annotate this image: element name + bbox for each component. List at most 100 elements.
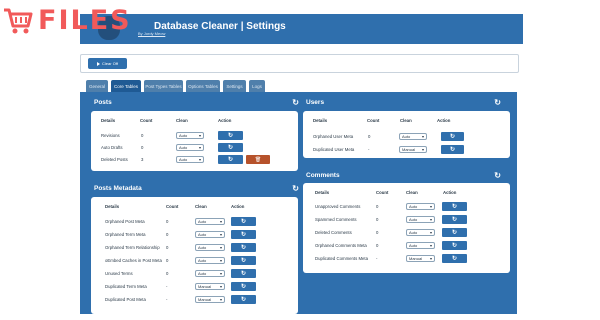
refresh-icon[interactable]: ↻ (292, 98, 299, 107)
clean-select[interactable]: Manual ▾ (195, 283, 225, 290)
row-count: 0 (166, 258, 169, 263)
delete-button[interactable]: 🗑 (246, 155, 270, 164)
clean-now-button[interactable]: ↻ (231, 256, 256, 265)
clean-now-button[interactable]: ↻ (231, 230, 256, 239)
refresh-icon[interactable]: ↻ (494, 171, 501, 180)
table-row: Orphaned Term Meta 0 Auto ▾ ↻ (105, 230, 295, 239)
table-row: Revisions 0 Auto ▾ ↻ (101, 131, 291, 140)
col-details: Details (313, 118, 328, 123)
table-row: Orphaned Term Relationship 0 Auto ▾ ↻ (105, 243, 295, 252)
clean-select[interactable]: Manual ▾ (406, 255, 435, 262)
col-action: Action (443, 190, 457, 195)
table-row: Duplicated Term Meta - Manual ▾ ↻ (105, 282, 295, 291)
clean-now-button[interactable]: ↻ (218, 155, 243, 164)
clean-select[interactable]: Auto ▾ (195, 218, 225, 225)
row-label: Orphaned Term Meta (105, 232, 146, 237)
tab-post-types-tables[interactable]: Post Types Tables (144, 80, 183, 92)
clean-now-button[interactable]: ↻ (218, 131, 243, 140)
clean-now-button[interactable]: ↻ (231, 295, 256, 304)
clean-now-button[interactable]: ↻ (231, 269, 256, 278)
clean-now-button[interactable]: ↻ (231, 217, 256, 226)
tab-settings[interactable]: Settings (223, 80, 246, 92)
row-label: Duplicated User Meta (313, 147, 355, 152)
row-count: 0 (141, 145, 144, 150)
clean-select[interactable]: Auto ▾ (195, 270, 225, 277)
clean-select[interactable]: Auto ▾ (406, 203, 435, 210)
tab-bar: General Core Tables Post Types Tables Op… (86, 80, 265, 92)
clean-now-button[interactable]: ↻ (442, 215, 467, 224)
clean-select[interactable]: Auto ▾ (176, 156, 204, 163)
row-label: Orphaned Comments Meta (315, 243, 367, 248)
clean-select[interactable]: Auto ▾ (399, 133, 427, 140)
table-row: Duplicated Comments Meta - Manual ▾ ↻ (315, 254, 505, 263)
row-count: - (376, 256, 378, 261)
col-clean: Clean (400, 118, 412, 123)
chevron-down-icon: ▾ (429, 243, 432, 248)
clean-now-button[interactable]: ↻ (442, 254, 467, 263)
col-count: Count (367, 118, 380, 123)
table-row: Unapproved Comments 0 Auto ▾ ↻ (315, 202, 505, 211)
row-label: Unapproved Comments (315, 204, 361, 209)
table-row: Auto Drafts 0 Auto ▾ ↻ (101, 143, 291, 152)
row-label: Deleted Posts (101, 157, 128, 162)
clean-now-button[interactable]: ↻ (441, 132, 464, 141)
clean-select[interactable]: Auto ▾ (176, 132, 204, 139)
tab-options-tables[interactable]: Options Tables (186, 80, 220, 92)
col-action: Action (218, 118, 232, 123)
clean-now-button[interactable]: ↻ (442, 202, 467, 211)
chevron-down-icon: ▾ (421, 134, 424, 139)
refresh-icon: ↻ (451, 204, 458, 210)
row-label: Orphaned User Meta (313, 134, 354, 139)
action-bar: Clear Off (80, 54, 519, 73)
posts-card: Details Count Clean Action Revisions 0 A… (91, 111, 298, 171)
users-header: Users ↻ (306, 96, 501, 109)
tab-logs[interactable]: Logs (249, 80, 265, 92)
tab-general[interactable]: General (86, 80, 108, 92)
clean-select[interactable]: Auto ▾ (195, 244, 225, 251)
refresh-icon: ↻ (240, 258, 247, 264)
files-watermark: FILES (2, 4, 180, 38)
chevron-down-icon: ▾ (429, 217, 432, 222)
shopping-cart-icon (4, 8, 33, 34)
chevron-down-icon: ▾ (219, 271, 222, 276)
comments-header: Comments ↻ (306, 169, 501, 182)
row-label: Orphaned Term Relationship (105, 245, 160, 250)
table-row: oEmbed Caches in Post Meta 0 Auto ▾ ↻ (105, 256, 295, 265)
table-row: Deleted Comments 0 Auto ▾ ↻ (315, 228, 505, 237)
clean-select[interactable]: Auto ▾ (176, 144, 204, 151)
clean-select[interactable]: Auto ▾ (406, 242, 435, 249)
clean-now-button[interactable]: ↻ (231, 282, 256, 291)
posts-title: Posts (94, 99, 112, 106)
clean-select[interactable]: Auto ▾ (195, 231, 225, 238)
refresh-icon[interactable]: ↻ (494, 98, 501, 107)
clean-now-button[interactable]: ↻ (441, 145, 464, 154)
clean-now-button[interactable]: ↻ (218, 143, 243, 152)
clean-now-button[interactable]: ↻ (442, 241, 467, 250)
comments-card: Details Count Clean Action Unapproved Co… (303, 183, 510, 273)
clean-select[interactable]: Manual ▾ (399, 146, 427, 153)
trash-icon: 🗑 (254, 156, 262, 163)
chevron-down-icon: ▾ (421, 147, 424, 152)
users-card: Details Count Clean Action Orphaned User… (303, 111, 510, 158)
row-label: Auto Drafts (101, 145, 123, 150)
clean-select[interactable]: Auto ▾ (406, 229, 435, 236)
col-details: Details (315, 190, 330, 195)
col-details: Details (105, 204, 120, 209)
table-row: Orphaned User Meta 0 Auto ▾ ↻ (313, 132, 503, 141)
row-count: 0 (166, 245, 169, 250)
chevron-down-icon: ▾ (219, 245, 222, 250)
tab-core-tables[interactable]: Core Tables (111, 80, 141, 92)
clean-now-button[interactable]: ↻ (231, 243, 256, 252)
clean-now-button[interactable]: ↻ (442, 228, 467, 237)
refresh-icon: ↻ (449, 147, 456, 153)
table-row: Duplicated Post Meta - Manual ▾ ↻ (105, 295, 295, 304)
refresh-icon[interactable]: ↻ (292, 184, 299, 193)
chevron-down-icon: ▾ (429, 204, 432, 209)
clear-log-button[interactable]: Clear Off (88, 58, 127, 69)
comments-title: Comments (306, 172, 340, 179)
clean-select[interactable]: Auto ▾ (406, 216, 435, 223)
posts-header: Posts ↻ (94, 96, 299, 109)
clean-select[interactable]: Auto ▾ (195, 257, 225, 264)
posts-metadata-card: Details Count Clean Action Orphaned Post… (91, 197, 298, 314)
clean-select[interactable]: Manual ▾ (195, 296, 225, 303)
